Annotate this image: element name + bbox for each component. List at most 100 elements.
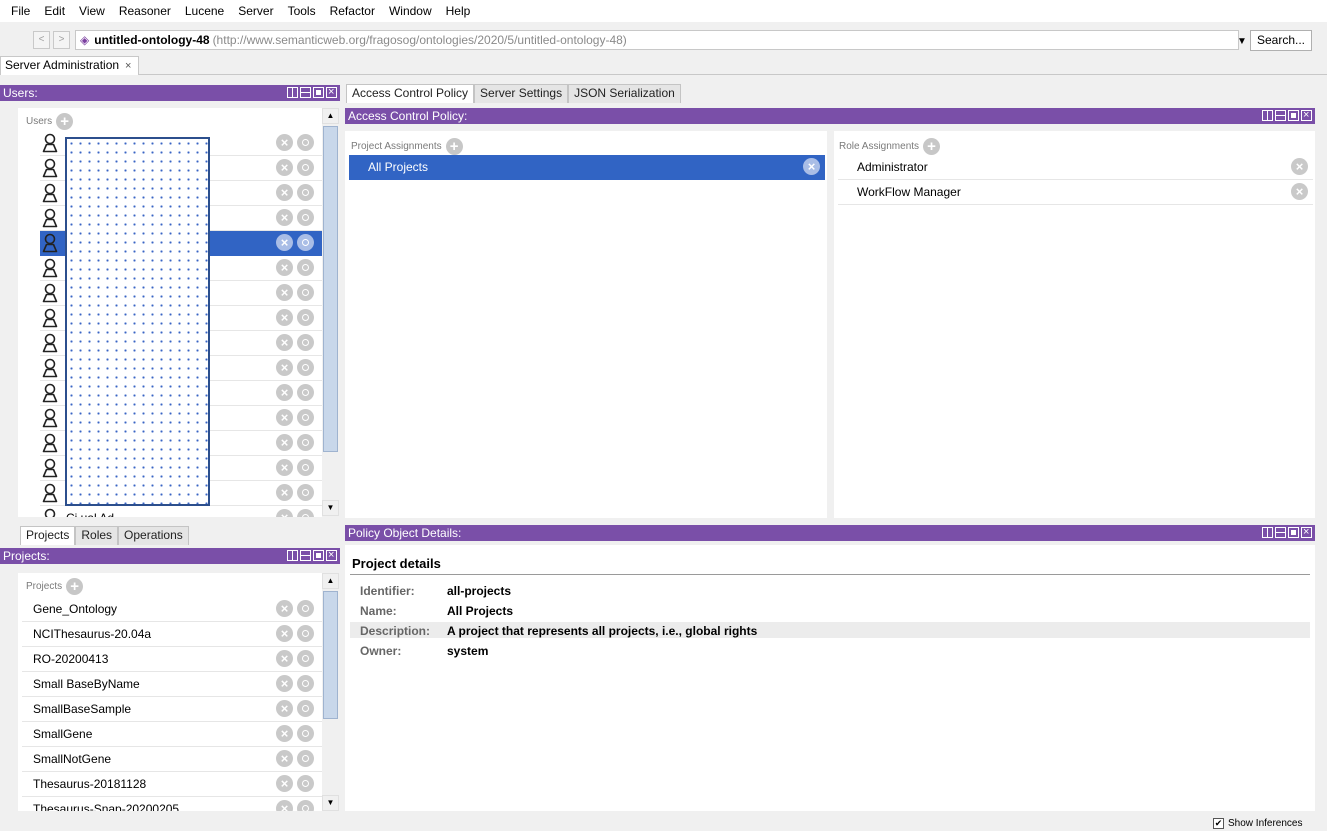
split-vertical-icon[interactable]	[287, 550, 298, 561]
delete-icon[interactable]: ×	[276, 509, 293, 517]
edit-icon[interactable]	[297, 334, 314, 351]
close-icon[interactable]: ×	[125, 60, 131, 72]
project-assignment-row[interactable]: All Projects ×	[349, 155, 825, 180]
delete-icon[interactable]: ×	[276, 284, 293, 301]
delete-icon[interactable]: ×	[276, 309, 293, 326]
delete-icon[interactable]: ×	[276, 675, 293, 692]
project-row[interactable]: NCIThesaurus-20.04a ×	[22, 622, 322, 647]
delete-icon[interactable]: ×	[276, 600, 293, 617]
edit-icon[interactable]	[297, 459, 314, 476]
tab-json-serialization[interactable]: JSON Serialization	[568, 84, 681, 103]
menu-tools[interactable]: Tools	[281, 0, 323, 22]
tab-roles[interactable]: Roles	[75, 526, 119, 545]
checkbox-icon[interactable]: ✔	[1213, 818, 1224, 829]
edit-icon[interactable]	[297, 259, 314, 276]
edit-icon[interactable]	[297, 650, 314, 667]
delete-icon[interactable]: ×	[276, 209, 293, 226]
menu-reasoner[interactable]: Reasoner	[112, 0, 178, 22]
delete-icon[interactable]: ×	[276, 775, 293, 792]
split-horizontal-icon[interactable]	[300, 87, 311, 98]
delete-icon[interactable]: ×	[276, 334, 293, 351]
remove-icon[interactable]: ×	[1291, 158, 1308, 175]
project-row[interactable]: SmallBaseSample ×	[22, 697, 322, 722]
add-project-assignment-icon[interactable]: +	[445, 138, 463, 155]
add-user-icon[interactable]: +	[56, 113, 74, 130]
users-scrollbar[interactable]: ▲ ▼	[322, 108, 339, 517]
delete-icon[interactable]: ×	[276, 625, 293, 642]
edit-icon[interactable]	[297, 600, 314, 617]
tab-access-control-policy[interactable]: Access Control Policy	[346, 84, 475, 103]
delete-icon[interactable]: ×	[276, 434, 293, 451]
menu-edit[interactable]: Edit	[37, 0, 72, 22]
edit-icon[interactable]	[297, 134, 314, 151]
edit-icon[interactable]	[297, 700, 314, 717]
edit-icon[interactable]	[297, 409, 314, 426]
split-vertical-icon[interactable]	[287, 87, 298, 98]
tab-server-settings[interactable]: Server Settings	[474, 84, 569, 103]
edit-icon[interactable]	[297, 159, 314, 176]
edit-icon[interactable]	[297, 750, 314, 767]
edit-icon[interactable]	[297, 675, 314, 692]
project-row[interactable]: Gene_Ontology ×	[22, 597, 322, 622]
remove-icon[interactable]: ×	[1291, 183, 1308, 200]
maximize-icon[interactable]	[1288, 527, 1299, 538]
show-inferences-toggle[interactable]: ✔ Show Inferences	[1213, 818, 1303, 829]
edit-icon[interactable]	[297, 359, 314, 376]
tab-operations[interactable]: Operations	[118, 526, 189, 545]
project-row[interactable]: Thesaurus-Snap-20200205 ×	[22, 797, 322, 811]
menu-file[interactable]: File	[4, 0, 37, 22]
edit-icon[interactable]	[297, 209, 314, 226]
close-view-icon[interactable]	[326, 84, 337, 100]
delete-icon[interactable]: ×	[276, 234, 293, 251]
edit-icon[interactable]	[297, 484, 314, 501]
delete-icon[interactable]: ×	[276, 800, 293, 811]
scroll-up-icon[interactable]: ▲	[322, 573, 339, 589]
delete-icon[interactable]: ×	[276, 650, 293, 667]
history-dropdown-icon[interactable]: ▼	[1237, 36, 1247, 47]
project-row[interactable]: RO-20200413 ×	[22, 647, 322, 672]
split-horizontal-icon[interactable]	[300, 550, 311, 561]
add-project-icon[interactable]: +	[66, 578, 84, 595]
delete-icon[interactable]: ×	[276, 259, 293, 276]
tab-projects[interactable]: Projects	[20, 526, 76, 545]
edit-icon[interactable]	[297, 234, 314, 251]
edit-icon[interactable]	[297, 284, 314, 301]
role-assignment-row[interactable]: Administrator ×	[838, 155, 1313, 180]
edit-icon[interactable]	[297, 800, 314, 811]
search-button[interactable]: Search...	[1250, 30, 1312, 51]
split-horizontal-icon[interactable]	[1275, 527, 1286, 538]
edit-icon[interactable]	[297, 775, 314, 792]
remove-icon[interactable]: ×	[803, 158, 820, 175]
edit-icon[interactable]	[297, 384, 314, 401]
project-row[interactable]: SmallNotGene ×	[22, 747, 322, 772]
delete-icon[interactable]: ×	[276, 159, 293, 176]
menu-lucene[interactable]: Lucene	[178, 0, 231, 22]
split-vertical-icon[interactable]	[1262, 527, 1273, 538]
maximize-icon[interactable]	[313, 87, 324, 98]
edit-icon[interactable]	[297, 434, 314, 451]
project-row[interactable]: SmallGene ×	[22, 722, 322, 747]
delete-icon[interactable]: ×	[276, 459, 293, 476]
ontology-address-field[interactable]: ◈ untitled-ontology-48 (http://www.seman…	[75, 30, 1239, 50]
close-view-icon[interactable]	[1301, 107, 1312, 123]
delete-icon[interactable]: ×	[276, 359, 293, 376]
scroll-down-icon[interactable]: ▼	[322, 500, 339, 516]
menu-help[interactable]: Help	[439, 0, 478, 22]
close-view-icon[interactable]	[1301, 524, 1312, 540]
projects-scrollbar[interactable]: ▲ ▼	[322, 573, 339, 811]
back-button[interactable]: <	[33, 31, 50, 49]
edit-icon[interactable]	[297, 309, 314, 326]
menu-refactor[interactable]: Refactor	[323, 0, 382, 22]
split-vertical-icon[interactable]	[1262, 110, 1273, 121]
scroll-up-icon[interactable]: ▲	[322, 108, 339, 124]
close-view-icon[interactable]	[326, 547, 337, 563]
project-row[interactable]: Small BaseByName ×	[22, 672, 322, 697]
role-assignment-row[interactable]: WorkFlow Manager ×	[838, 180, 1313, 205]
edit-icon[interactable]	[297, 725, 314, 742]
delete-icon[interactable]: ×	[276, 184, 293, 201]
menu-view[interactable]: View	[72, 0, 112, 22]
add-role-assignment-icon[interactable]: +	[923, 138, 941, 155]
edit-icon[interactable]	[297, 509, 314, 517]
delete-icon[interactable]: ×	[276, 725, 293, 742]
scroll-thumb[interactable]	[323, 591, 338, 719]
